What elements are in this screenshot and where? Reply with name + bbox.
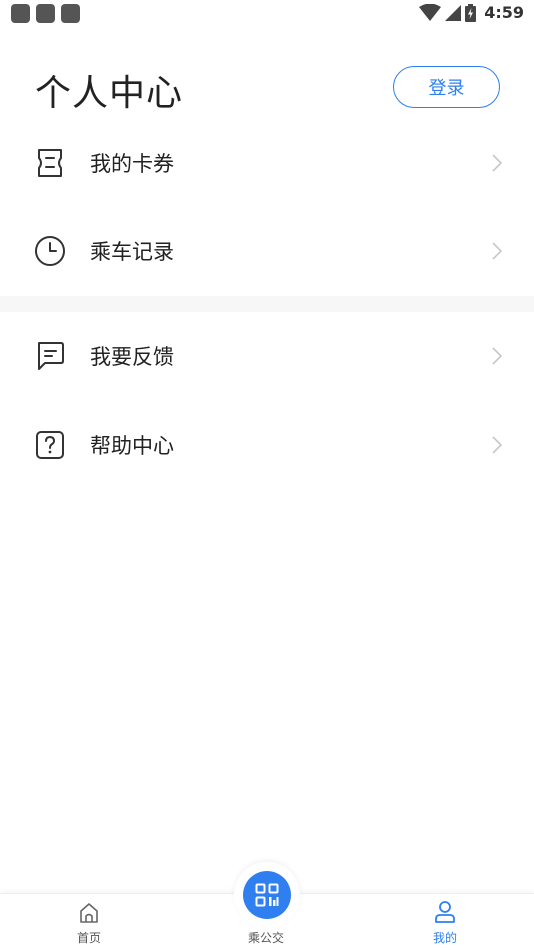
clock-icon bbox=[34, 235, 66, 267]
page-title: 个人中心 bbox=[35, 73, 184, 114]
status-notifications bbox=[11, 4, 80, 23]
nav-mine[interactable]: 我的 bbox=[420, 894, 470, 950]
qr-code-icon bbox=[255, 883, 279, 907]
status-system: 4:59 bbox=[419, 3, 524, 22]
nav-label: 我的 bbox=[433, 931, 458, 945]
chevron-right-icon bbox=[492, 347, 503, 365]
section-divider bbox=[0, 296, 534, 312]
ticket-icon bbox=[34, 147, 66, 179]
cell-signal-icon bbox=[445, 4, 462, 21]
battery-charging-icon bbox=[465, 3, 477, 22]
chevron-right-icon bbox=[492, 154, 503, 172]
notification-square-icon bbox=[36, 4, 55, 23]
nav-home[interactable]: 首页 bbox=[64, 894, 114, 950]
login-button[interactable]: 登录 bbox=[393, 66, 500, 108]
user-icon bbox=[435, 901, 455, 923]
notification-square-icon bbox=[11, 4, 30, 23]
status-bar: 4:59 bbox=[0, 0, 534, 28]
menu-item-feedback[interactable]: 我要反馈 bbox=[0, 312, 534, 400]
chevron-right-icon bbox=[492, 436, 503, 454]
menu-item-ride-history[interactable]: 乘车记录 bbox=[0, 207, 534, 295]
status-time: 4:59 bbox=[484, 3, 524, 22]
qr-code-button[interactable] bbox=[243, 871, 291, 919]
menu-item-coupons[interactable]: 我的卡券 bbox=[0, 119, 534, 207]
nav-label: 乘公交 bbox=[248, 931, 285, 945]
menu-item-label: 帮助中心 bbox=[90, 434, 174, 458]
menu-item-label: 我的卡券 bbox=[90, 152, 174, 176]
menu-item-help-center[interactable]: 帮助中心 bbox=[0, 401, 534, 489]
help-icon bbox=[34, 429, 66, 461]
nav-label: 首页 bbox=[77, 931, 102, 945]
chevron-right-icon bbox=[492, 242, 503, 260]
home-icon bbox=[80, 903, 98, 923]
menu-item-label: 乘车记录 bbox=[90, 240, 174, 264]
feedback-icon bbox=[34, 340, 66, 372]
menu-item-label: 我要反馈 bbox=[90, 345, 174, 369]
wifi-icon bbox=[419, 3, 442, 21]
notification-square-icon bbox=[61, 4, 80, 23]
